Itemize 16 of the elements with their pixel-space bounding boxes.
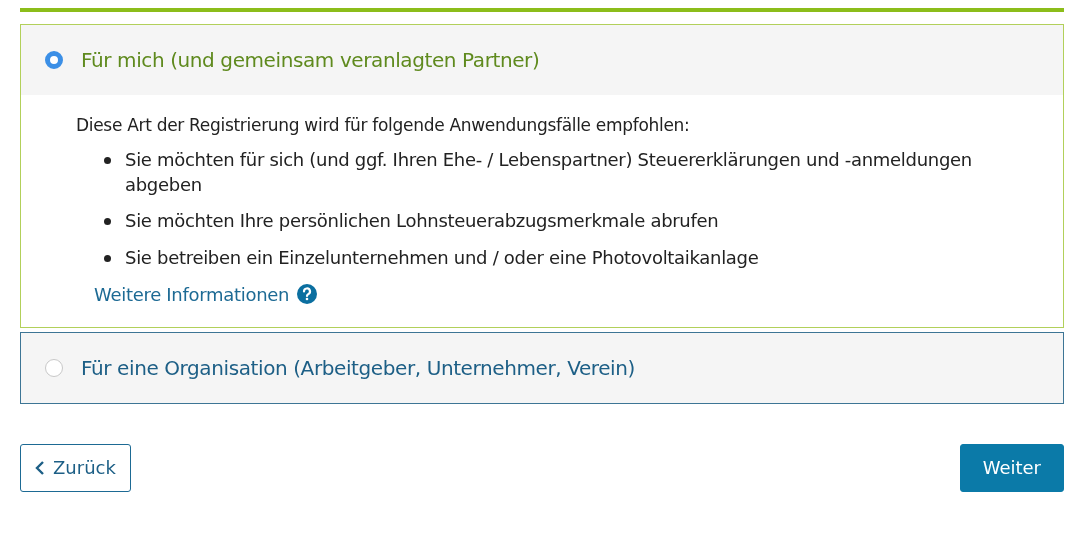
bullet-icon — [104, 157, 111, 164]
intro-text: Diese Art der Registrierung wird für folgende Anwendungsfälle empfohlen: — [76, 115, 691, 135]
back-button[interactable]: Zurück — [20, 443, 131, 492]
bullet-icon — [104, 254, 111, 262]
chevron-left-icon — [35, 459, 45, 476]
option-label[interactable]: Für mich (und gemeinsam veranlagten Partner) — [81, 48, 540, 72]
next-button[interactable]: Weiter — [959, 443, 1064, 492]
help-icon[interactable] — [297, 284, 318, 305]
bullet-item: Sie betreiben ein Einzelunternehmen und / oder eine Photovoltaikanlage — [125, 245, 759, 270]
bullet-item: Sie möchten für sich (und ggf. Ihren Ehe- / Lebenspartner) Steuererklärungen und -anmeldungen abgeben — [125, 148, 973, 198]
info-link[interactable]: Weitere Informationen — [94, 283, 290, 305]
bullet-icon — [104, 218, 111, 226]
option-label[interactable]: Für eine Organisation (Arbeitgeber, Unternehmer, Verein) — [81, 355, 635, 380]
bullet-item: Sie möchten Ihre persönlichen Lohnsteuerabzugsmerkmale abrufen — [125, 209, 719, 234]
radio-button[interactable] — [45, 358, 63, 377]
radio-button[interactable] — [45, 51, 63, 69]
